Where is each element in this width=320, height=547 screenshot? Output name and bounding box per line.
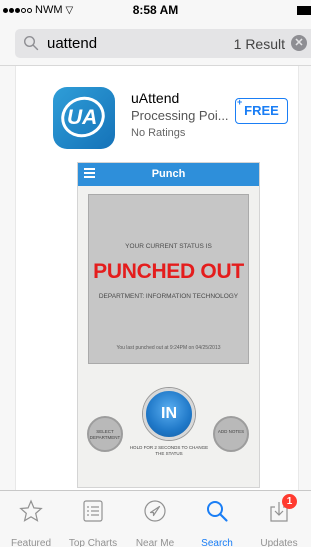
app-result[interactable]: UA uAttend Processing Poi... No Ratings … [15,66,299,490]
clear-search-icon[interactable]: ✕ [291,35,307,51]
list-icon [83,500,103,522]
plus-icon: + [237,97,243,107]
tab-label: Updates [260,538,298,547]
hold-instruction: HOLD FOR 2 SECONDS TO CHANGE THE STATUS [129,445,209,456]
tab-label: Top Charts [68,538,118,547]
app-icon[interactable]: UA [53,87,115,149]
tab-updates[interactable]: 1 Updates [248,491,310,547]
tab-label: Featured [10,538,52,547]
tab-featured[interactable]: Featured [0,491,62,547]
search-input[interactable]: uattend 1 Result ✕ [15,29,311,58]
star-icon [19,499,43,522]
status-bar: NWM ▽ 8:58 AM [0,0,311,20]
clock: 8:58 AM [132,3,179,17]
updates-badge: 1 [282,494,297,509]
tab-label: Near Me [135,538,175,547]
location-arrow-icon [144,500,166,522]
status-value: PUNCHED OUT [93,260,244,283]
add-notes-button: ADD NOTES [213,416,249,452]
app-ratings: No Ratings [131,127,186,139]
last-punch-text: You last punched out at 9:24PM on 04/25/… [116,345,221,351]
search-query: uattend [47,35,98,52]
free-download-button[interactable]: FREE [235,98,288,124]
department-text: DEPARTMENT: INFORMATION TECHNOLOGY [98,293,239,300]
screenshot-title: Punch [151,168,186,180]
tab-top-charts[interactable]: Top Charts [62,491,124,547]
tab-search[interactable]: Search [186,491,248,547]
status-panel: YOUR CURRENT STATUS IS PUNCHED OUT DEPAR… [88,194,249,364]
search-icon [23,35,39,51]
search-bar: uattend 1 Result ✕ [0,20,311,66]
tab-bar: Featured Top Charts Near Me Search 1 Upd… [0,490,311,547]
tab-near-me[interactable]: Near Me [124,491,186,547]
tab-label: Search [201,538,233,547]
search-icon [207,501,228,522]
select-department-button: SELECT DEPARTMENT [87,416,123,452]
app-icon-logo: UA [67,106,98,129]
app-name[interactable]: uAttend [131,90,179,106]
battery-icon [297,6,311,15]
in-button: IN [143,388,195,440]
app-screenshot[interactable]: Punch YOUR CURRENT STATUS IS PUNCHED OUT… [77,162,260,488]
status-label: YOUR CURRENT STATUS IS [125,243,212,250]
result-count: 1 Result [233,36,285,52]
search-result-card: UA uAttend Processing Poi... No Ratings … [0,66,311,490]
app-subtitle: Processing Poi... [131,108,229,123]
screenshot-header: Punch [78,163,259,186]
